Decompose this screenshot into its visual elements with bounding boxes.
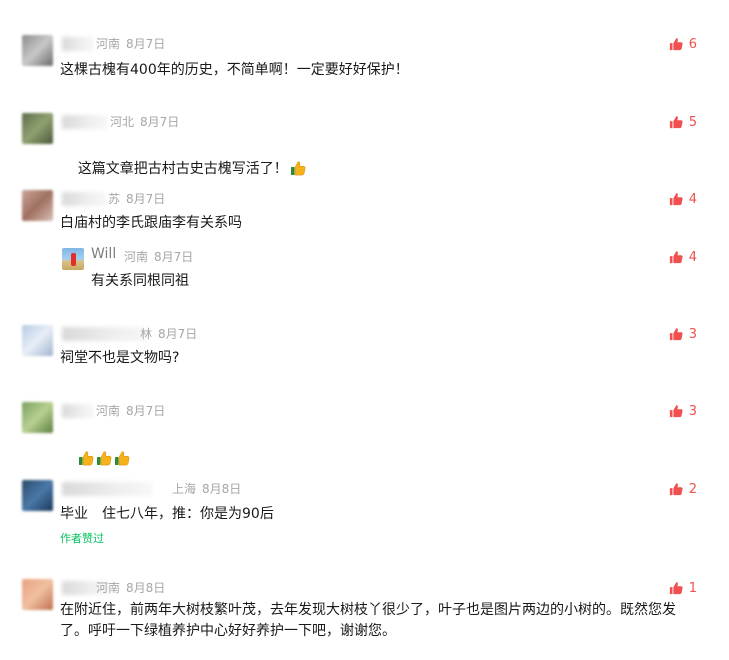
- reply-avatar[interactable]: [62, 248, 84, 270]
- avatar[interactable]: [22, 190, 53, 221]
- nickname-blurred[interactable]: [62, 404, 94, 418]
- like-count: 3: [688, 326, 697, 342]
- avatar[interactable]: [22, 480, 53, 511]
- thumbs-up-icon: [669, 482, 683, 496]
- like-button[interactable]: 3: [669, 325, 697, 343]
- comment-meta: 林 8月7日: [140, 326, 197, 342]
- comment-meta: 河南 8月8日: [96, 580, 165, 596]
- avatar[interactable]: [22, 325, 53, 356]
- like-count: 2: [688, 481, 697, 497]
- like-button[interactable]: 6: [669, 35, 697, 53]
- date-label: 8月7日: [126, 192, 166, 206]
- nickname-blurred[interactable]: [62, 37, 94, 51]
- comment-meta: 苏 8月7日: [108, 191, 165, 207]
- thumbs-up-icon: [669, 404, 683, 418]
- date-label: 8月7日: [126, 37, 166, 51]
- date-label: 8月7日: [154, 250, 194, 264]
- reply-meta: 河南 8月7日: [124, 249, 193, 265]
- like-count: 3: [688, 403, 697, 419]
- region-label: 林: [140, 327, 153, 341]
- region-label: 河南: [96, 37, 121, 51]
- comment-text: 毕业 住七八年，推：你是为90后: [60, 506, 274, 522]
- like-button[interactable]: 2: [669, 480, 697, 498]
- nickname-blurred[interactable]: [62, 482, 152, 496]
- date-label: 8月7日: [126, 404, 166, 418]
- nickname-blurred[interactable]: [62, 327, 148, 341]
- comment-meta: 上海 8月8日: [172, 481, 241, 497]
- like-button[interactable]: 3: [669, 402, 697, 420]
- like-button[interactable]: 4: [669, 190, 697, 208]
- comment-text-content: 这篇文章把古村古史古槐写活了！: [77, 161, 288, 177]
- region-label: 河北: [110, 115, 135, 129]
- thumbs-up-emoji-icon: [78, 450, 94, 466]
- thumbs-up-icon: [669, 327, 683, 341]
- comment-text: 这棵古槐有400年的历史，不简单啊！一定要好好保护！: [60, 62, 409, 78]
- comment-text: 白庙村的李氏跟庙李有关系吗: [60, 215, 242, 231]
- date-label: 8月7日: [158, 327, 198, 341]
- comment-text: 在附近住，前两年大树枝繁叶茂，去年发现大树枝丫很少了，叶子也是图片两边的小树的。…: [60, 602, 676, 639]
- like-count: 5: [688, 114, 697, 130]
- comment-meta: 河南 8月7日: [96, 403, 165, 419]
- like-button[interactable]: 4: [669, 248, 697, 266]
- reply-author-name[interactable]: Will: [91, 246, 116, 262]
- region-label: 河南: [96, 404, 121, 418]
- region-label: 苏: [108, 192, 121, 206]
- avatar[interactable]: [22, 579, 53, 610]
- thumbs-up-icon: [669, 115, 683, 129]
- thumbs-up-icon: [669, 37, 683, 51]
- avatar[interactable]: [22, 113, 53, 144]
- like-count: 4: [688, 249, 697, 265]
- thumbs-up-icon: [669, 581, 683, 595]
- region-label: 河南: [124, 250, 149, 264]
- date-label: 8月8日: [202, 482, 242, 496]
- avatar[interactable]: [22, 35, 53, 66]
- thumbs-up-emoji-icon: [114, 450, 130, 466]
- date-label: 8月7日: [140, 115, 180, 129]
- comment-meta: 河北 8月7日: [110, 114, 179, 130]
- thumbs-up-icon: [669, 250, 683, 264]
- thumbs-up-icon: [669, 192, 683, 206]
- like-count: 6: [688, 36, 697, 52]
- author-liked-badge: 作者赞过: [60, 532, 104, 545]
- region-label: 上海: [172, 482, 197, 496]
- like-button[interactable]: 1: [669, 579, 697, 597]
- date-label: 8月8日: [126, 581, 166, 595]
- thumbs-up-emoji-icon: [96, 450, 112, 466]
- like-button[interactable]: 5: [669, 113, 697, 131]
- nickname-blurred[interactable]: [62, 115, 108, 129]
- thumbs-up-emoji-icon: [290, 160, 306, 176]
- like-count: 1: [688, 580, 697, 596]
- reply-text: 有关系同根同祖: [91, 273, 189, 289]
- region-label: 河南: [96, 581, 121, 595]
- nickname-blurred[interactable]: [62, 192, 106, 206]
- avatar[interactable]: [22, 402, 53, 433]
- comment-meta: 河南 8月7日: [96, 36, 165, 52]
- comment-text: 祠堂不也是文物吗?: [60, 350, 180, 366]
- like-count: 4: [688, 191, 697, 207]
